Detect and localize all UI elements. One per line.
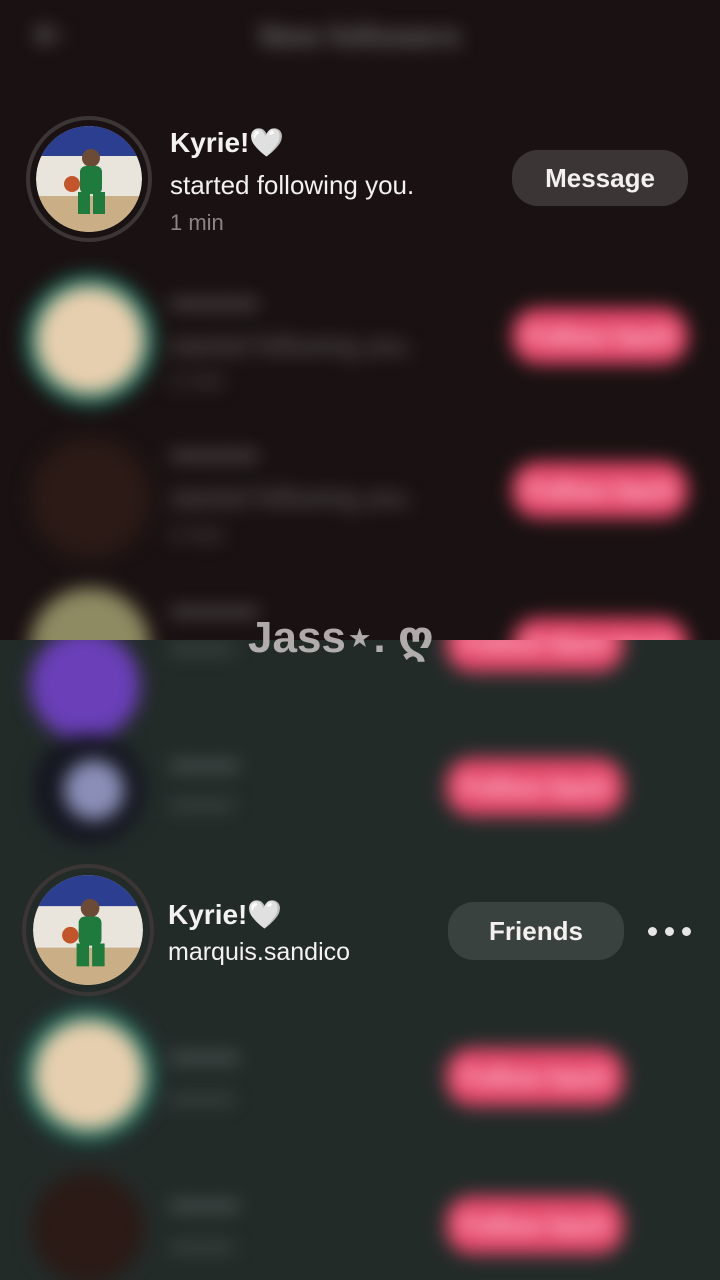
follower-name[interactable]: Kyrie!🤍: [170, 126, 284, 159]
header: New followers: [0, 0, 720, 80]
follower-name[interactable]: •••••••••: [170, 288, 258, 320]
follow-back-button[interactable]: Follow back: [446, 758, 624, 816]
friend-list-row[interactable]: Kyrie!🤍 marquis.sandico Friends: [0, 862, 720, 1002]
follower-notification-row[interactable]: ••••••••• started following you. 3 min F…: [0, 424, 720, 564]
friend-name[interactable]: •••••••: [170, 750, 239, 782]
username: •••••••: [170, 1232, 234, 1262]
username: •••••••: [170, 790, 234, 820]
friend-name[interactable]: Kyrie!🤍: [168, 898, 282, 931]
avatar[interactable]: [30, 588, 150, 640]
follow-back-button[interactable]: Follow back: [512, 618, 688, 640]
follow-back-button[interactable]: Follow back: [446, 1196, 624, 1254]
follower-notification-row[interactable]: Kyrie!🤍 started following you. 1 min Mes…: [0, 110, 720, 250]
friend-name[interactable]: •••••••: [170, 1190, 239, 1222]
page-title: New followers: [259, 20, 461, 53]
friend-list-row[interactable]: ••••••• ••••••• Follow back: [0, 1160, 720, 1280]
username: •••••••: [170, 1084, 234, 1114]
follower-notification-row[interactable]: ••••••••• started following you. 2 min F…: [0, 268, 720, 408]
timestamp: 3 min: [170, 522, 224, 547]
avatar: [64, 760, 124, 820]
notification-text: started following you.: [170, 482, 415, 512]
avatar[interactable]: [33, 875, 143, 985]
notification-text: started following you.: [170, 170, 415, 200]
friends-button[interactable]: Friends: [448, 902, 624, 960]
follow-back-button[interactable]: Follow back: [446, 1048, 624, 1106]
avatar[interactable]: [32, 1172, 144, 1280]
follower-name[interactable]: •••••••••: [170, 596, 258, 628]
follower-name[interactable]: •••••••••: [170, 440, 258, 472]
avatar: [36, 286, 144, 394]
avatar[interactable]: [30, 438, 150, 558]
friend-name[interactable]: •••••••: [170, 1042, 239, 1074]
friend-list-row[interactable]: ••••••• ••••••• Follow back: [0, 1008, 720, 1148]
more-dots-icon[interactable]: [644, 921, 694, 941]
message-button[interactable]: Message: [512, 150, 688, 206]
follow-back-button[interactable]: Follow back: [446, 640, 624, 672]
friends-list-screen: ••••••• Follow back ••••••• ••••••• Foll…: [0, 640, 720, 1280]
timestamp: 1 min: [170, 210, 224, 235]
timestamp: 2 min: [170, 368, 224, 393]
notification-text: started following you.: [170, 330, 415, 360]
follow-back-button[interactable]: Follow back: [512, 462, 688, 518]
new-followers-screen: New followers Kyrie!🤍 started following …: [0, 0, 720, 640]
watermark-text: Jass⋆. ღ: [248, 613, 434, 662]
username: marquis.sandico: [168, 938, 351, 966]
avatar: [34, 1020, 144, 1130]
username: •••••••: [170, 640, 234, 664]
friend-list-row[interactable]: ••••••• ••••••• Follow back: [0, 724, 720, 864]
avatar[interactable]: [36, 126, 142, 232]
follow-back-button[interactable]: Follow back: [512, 308, 688, 364]
